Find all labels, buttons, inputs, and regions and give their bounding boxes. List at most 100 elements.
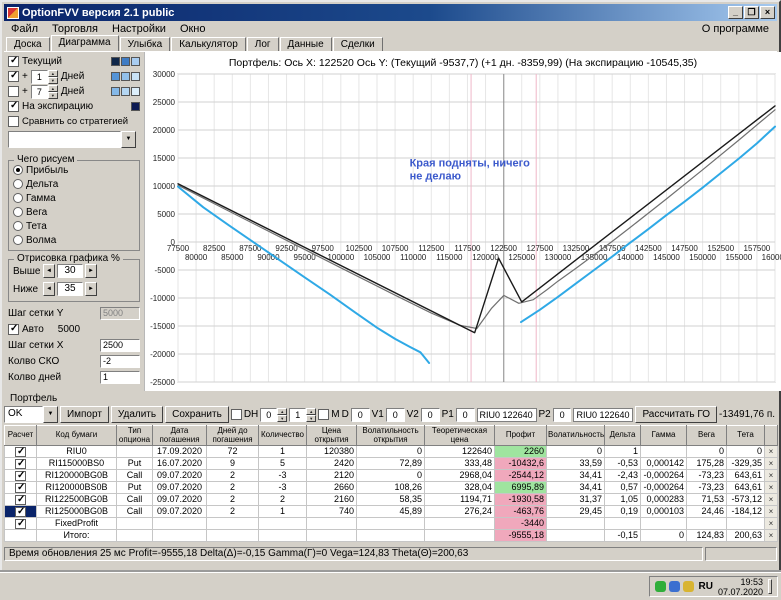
dh-spinner-2[interactable]: 1 ▲ ▼ — [289, 407, 317, 422]
tab-Данные[interactable]: Данные — [279, 37, 332, 51]
compare-strategy-checkbox[interactable] — [8, 116, 19, 127]
color-swatch[interactable] — [111, 57, 120, 66]
delete-row-button[interactable]: × — [764, 517, 778, 530]
column-header-Дельта[interactable]: Дельта — [604, 425, 641, 446]
save-button[interactable]: Сохранить — [165, 406, 229, 423]
menu-Окно[interactable]: Окно — [173, 23, 213, 35]
tray-icon-green[interactable] — [654, 581, 666, 592]
radio-Гамма[interactable] — [13, 193, 23, 203]
plus7-checkbox[interactable] — [8, 86, 19, 97]
above-decrease-button[interactable]: ◄ — [43, 264, 55, 278]
chevron-down-icon[interactable]: ▼ — [121, 131, 136, 148]
grid-x-input[interactable]: 2500 — [100, 339, 140, 352]
show-desktop-strip[interactable] — [768, 579, 772, 594]
row-calc-cell[interactable] — [4, 505, 37, 518]
column-header-Количество[interactable]: Количество — [258, 425, 307, 446]
plus1-days-spinner[interactable]: 1 ▲ ▼ — [30, 69, 58, 84]
row-calc-cell[interactable] — [4, 481, 37, 494]
strategy-combobox[interactable]: ▼ — [8, 131, 136, 148]
import-button[interactable]: Импорт — [59, 406, 109, 423]
minimize-button[interactable]: _ — [728, 6, 743, 19]
below-decrease-button[interactable]: ◄ — [43, 282, 55, 296]
spin-down-icon[interactable]: ▼ — [277, 414, 288, 422]
language-indicator[interactable]: RU — [699, 581, 713, 592]
tab-Диаграмма[interactable]: Диаграмма — [50, 35, 119, 51]
color-swatch[interactable] — [121, 87, 130, 96]
column-header-Вега[interactable]: Вега — [686, 425, 727, 446]
radio-Волма[interactable] — [13, 235, 23, 245]
spin-up-icon[interactable]: ▲ — [306, 407, 317, 415]
menu-Настройки[interactable]: Настройки — [105, 23, 173, 35]
tray-icon-blue[interactable] — [668, 581, 680, 592]
menu-Файл[interactable]: Файл — [4, 23, 45, 35]
calc-margin-button[interactable]: Рассчитать ГО — [635, 406, 718, 423]
tab-Калькулятор[interactable]: Калькулятор — [171, 37, 246, 51]
v2-input[interactable]: 0 — [420, 407, 440, 422]
row-checkbox[interactable] — [15, 507, 26, 517]
column-header-Теоретическая цена[interactable]: Теоретическая цена — [424, 425, 495, 446]
column-header-Тип опциона[interactable]: Тип опциона — [116, 425, 153, 446]
below-increase-button[interactable]: ► — [85, 282, 97, 296]
delete-row-button[interactable]: × — [764, 469, 778, 482]
maximize-button[interactable]: ❐ — [744, 6, 759, 19]
delete-row-button[interactable]: × — [764, 529, 778, 542]
color-swatch[interactable] — [111, 87, 120, 96]
tray-icon-yellow[interactable] — [682, 581, 694, 592]
radio-Прибыль[interactable] — [13, 165, 23, 175]
p2-input[interactable]: 0 — [552, 407, 572, 422]
spin-up-icon[interactable]: ▲ — [277, 407, 288, 415]
row-calc-cell[interactable] — [4, 469, 37, 482]
auto-grid-checkbox[interactable] — [8, 323, 19, 335]
tab-Сделки[interactable]: Сделки — [332, 37, 383, 51]
above-increase-button[interactable]: ► — [85, 264, 97, 278]
delete-button[interactable]: Удалить — [110, 406, 164, 423]
tab-Доска[interactable]: Доска — [6, 37, 50, 51]
tab-Лог[interactable]: Лог — [246, 37, 279, 51]
delete-row-button[interactable]: × — [764, 493, 778, 506]
delete-row-button[interactable]: × — [764, 445, 778, 458]
grid-y-input[interactable]: 5000 — [100, 307, 140, 320]
current-checkbox[interactable] — [8, 55, 19, 67]
radio-Тета[interactable] — [13, 221, 23, 231]
p1-input[interactable]: 0 — [455, 407, 475, 422]
color-swatch[interactable] — [111, 72, 120, 81]
menu-Торговля[interactable]: Торговля — [45, 23, 105, 35]
row-checkbox[interactable] — [15, 447, 26, 457]
color-swatch[interactable] — [121, 57, 130, 66]
column-header-Цена открытия[interactable]: Цена открытия — [306, 425, 357, 446]
row-calc-cell[interactable] — [4, 445, 37, 458]
row-calc-cell[interactable] — [4, 517, 37, 530]
color-swatch[interactable] — [121, 72, 130, 81]
plus7-days-spinner[interactable]: 7 ▲ ▼ — [30, 84, 58, 99]
color-swatch[interactable] — [131, 87, 140, 96]
chevron-down-icon[interactable]: ▼ — [42, 406, 58, 423]
delete-row-button[interactable]: × — [764, 505, 778, 518]
column-header-Дата погашения[interactable]: Дата погашения — [152, 425, 207, 446]
spin-up-icon[interactable]: ▲ — [47, 84, 58, 92]
spin-down-icon[interactable]: ▼ — [306, 414, 317, 422]
row-checkbox[interactable] — [15, 495, 26, 505]
color-swatch[interactable] — [131, 72, 140, 81]
row-checkbox[interactable] — [15, 519, 26, 529]
column-header-Расчет[interactable]: Расчет — [4, 425, 37, 446]
row-checkbox[interactable] — [15, 483, 26, 493]
color-swatch[interactable] — [131, 102, 140, 111]
column-header-Тета[interactable]: Тета — [726, 425, 765, 446]
column-header-Код бумаги[interactable]: Код бумаги — [36, 425, 117, 446]
row-checkbox[interactable] — [15, 471, 26, 481]
row-calc-cell[interactable] — [4, 493, 37, 506]
column-header-Волатильность открытия[interactable]: Волатильность открытия — [356, 425, 425, 446]
delete-row-button[interactable]: × — [764, 481, 778, 494]
menu-about[interactable]: О программе — [695, 23, 777, 35]
radio-Дельта[interactable] — [13, 179, 23, 189]
row-checkbox[interactable] — [15, 459, 26, 469]
spin-up-icon[interactable]: ▲ — [47, 69, 58, 77]
row-calc-cell[interactable] — [4, 457, 37, 470]
spin-down-icon[interactable]: ▼ — [47, 76, 58, 84]
column-header-Волатильность[interactable]: Волатильность — [546, 425, 605, 446]
expiration-checkbox[interactable] — [8, 100, 19, 112]
m-checkbox[interactable] — [318, 409, 330, 420]
row-calc-cell[interactable] — [4, 529, 37, 542]
color-swatch[interactable] — [131, 57, 140, 66]
dh-spinner-1[interactable]: 0 ▲ ▼ — [260, 407, 288, 422]
